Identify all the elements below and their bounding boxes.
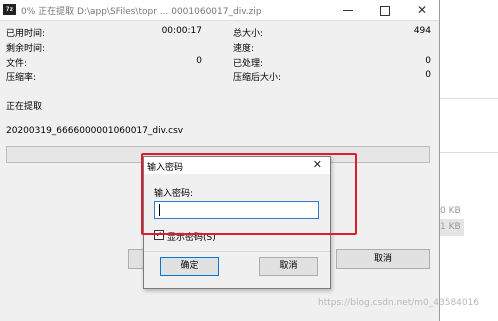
maximize-button[interactable] (367, 0, 403, 20)
highlight-annotation (141, 153, 357, 235)
dialog-cancel-button[interactable]: 取消 (259, 257, 318, 276)
background-window (440, 0, 498, 321)
maximize-icon (380, 5, 390, 16)
remaining-time-label: 剩余时间: (6, 44, 46, 54)
7zip-app-icon: 7z (3, 4, 16, 15)
cancel-extract-button[interactable]: 取消 (336, 249, 430, 269)
packed-size-label: 压缩后大小: (233, 73, 282, 83)
total-size-label: 总大小: (233, 29, 264, 39)
close-icon: ✕ (416, 3, 428, 17)
background-size-2: 1 KB (440, 222, 461, 232)
compression-ratio-label: 压缩率: (6, 73, 37, 83)
background-divider (440, 152, 498, 153)
speed-label: 速度: (233, 44, 255, 54)
processed-value: 0 (425, 56, 431, 66)
watermark: https://blog.csdn.net/m0_43584016 (318, 298, 480, 308)
files-value: 0 (196, 56, 202, 66)
dialog-divider (144, 251, 330, 252)
title-bar: 7z 0% 正在提取 D:\app\SFiles\topr ... 000106… (0, 0, 439, 21)
elapsed-time-label: 已用时间: (6, 29, 46, 39)
close-button[interactable]: ✕ (404, 0, 440, 20)
ok-button[interactable]: 确定 (160, 257, 219, 276)
background-size-1: 0 KB (440, 206, 461, 216)
packed-size-value: 0 (425, 70, 431, 80)
background-divider (440, 98, 498, 99)
elapsed-time-value: 00:00:17 (161, 26, 202, 36)
window-title: 0% 正在提取 D:\app\SFiles\topr ... 000106001… (21, 7, 262, 17)
total-size-value: 494 (413, 26, 431, 36)
minimize-icon (343, 10, 353, 11)
minimize-button[interactable] (330, 0, 366, 20)
processed-label: 已处理: (233, 59, 264, 69)
status-text: 正在提取 (6, 102, 43, 112)
files-label: 文件: (6, 59, 28, 69)
current-file-name: 20200319_6666000001060017_div.csv (6, 126, 184, 136)
